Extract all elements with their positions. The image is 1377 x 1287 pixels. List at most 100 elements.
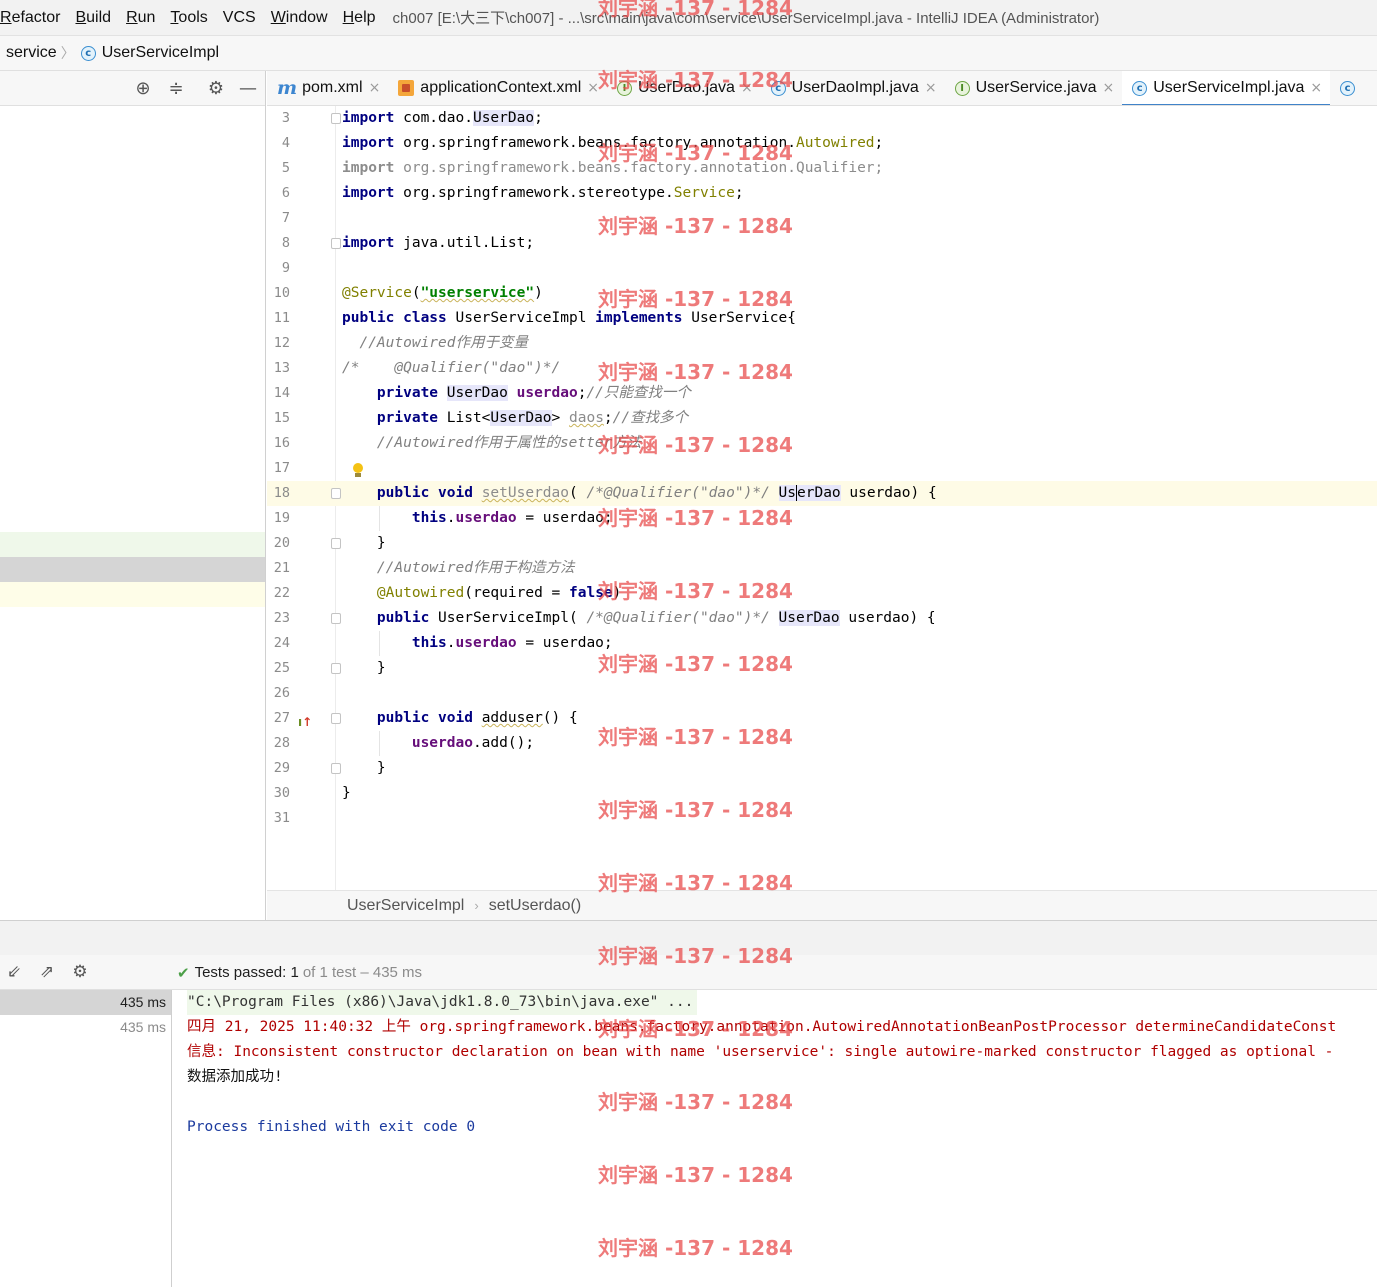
tab-application-context-xml[interactable]: applicationContext.xml ×: [388, 71, 607, 105]
project-tree-row[interactable]: [0, 582, 265, 607]
gear-icon[interactable]: ⚙: [70, 962, 90, 982]
menu-run[interactable]: Run: [126, 9, 163, 27]
close-icon[interactable]: ×: [369, 80, 381, 96]
line-number: 27: [273, 710, 290, 726]
code-text: this.userdao = userdao;: [411, 510, 613, 526]
code-editor[interactable]: 3 import com.dao.UserDao; 4 import org.spr…: [267, 106, 1377, 890]
code-text: @Autowired(required = false): [376, 585, 622, 601]
tab-pom-xml[interactable]: m pom.xml ×: [267, 71, 388, 105]
menu-tools[interactable]: Tools: [170, 9, 215, 27]
tab-userservice-java[interactable]: I UserService.java ×: [945, 71, 1123, 105]
code-line[interactable]: 31: [267, 806, 1377, 831]
code-line[interactable]: 21 //Autowired作用于构造方法: [267, 556, 1377, 581]
line-number: 10: [273, 285, 290, 301]
tests-status: ✔ Tests passed: 1 of 1 test – 435 ms: [177, 955, 422, 990]
export-tests-icon[interactable]: ⇗: [37, 962, 57, 982]
test-tree-row[interactable]: 435 ms: [0, 1015, 171, 1040]
menu-refactor[interactable]: Refactor: [0, 9, 68, 27]
code-line[interactable]: 24 this.userdao = userdao;: [267, 631, 1377, 656]
close-icon[interactable]: ×: [741, 80, 753, 96]
code-line[interactable]: 15 private List<UserDao> daos;//查找多个: [267, 406, 1377, 431]
menu-vcs[interactable]: VCS: [223, 9, 264, 27]
menu-window[interactable]: Window: [271, 9, 336, 27]
editor-crumb-class[interactable]: UserServiceImpl: [347, 897, 464, 915]
tab-overflow[interactable]: c: [1330, 71, 1369, 105]
code-text: //Autowired作用于属性的setter方法: [342, 431, 641, 456]
code-comment: //查找多个: [612, 410, 689, 426]
editor-tabs: m pom.xml × applicationContext.xml × I U…: [267, 71, 1377, 106]
code-line[interactable]: 30}: [267, 781, 1377, 806]
gear-icon[interactable]: ⚙: [206, 79, 226, 99]
code-line[interactable]: 23 public UserServiceImpl( /*@Qualifier(…: [267, 606, 1377, 631]
code-text: }: [342, 760, 386, 776]
fold-icon[interactable]: [331, 113, 341, 124]
line-number: 17: [273, 460, 290, 476]
tab-userdaoimpl-java[interactable]: c UserDaoImpl.java ×: [761, 71, 945, 105]
hide-panel-icon[interactable]: —: [238, 79, 258, 99]
collapse-all-icon[interactable]: ≑: [166, 79, 186, 99]
line-number: 8: [281, 235, 290, 251]
code-line[interactable]: 3 import com.dao.UserDao;: [267, 106, 1377, 131]
test-tree-row[interactable]: 435 ms: [0, 990, 171, 1015]
code-line[interactable]: 12 //Autowired作用于变量: [267, 331, 1377, 356]
close-icon[interactable]: ×: [1103, 80, 1115, 96]
code-line[interactable]: 11 public class UserServiceImpl implement…: [267, 306, 1377, 331]
tab-label: applicationContext.xml: [420, 79, 582, 96]
code-text: //Autowired作用于构造方法: [342, 556, 575, 581]
line-number: 18: [273, 485, 290, 501]
breadcrumb-package[interactable]: service: [6, 44, 57, 62]
code-line[interactable]: 26: [267, 681, 1377, 706]
code-text: this.userdao = userdao;: [411, 635, 613, 651]
menu-bar: Refactor Build Run Tools VCS Window Help…: [0, 0, 1377, 36]
code-line[interactable]: 7: [267, 206, 1377, 231]
check-icon: ✔: [177, 963, 190, 982]
fold-icon[interactable]: [331, 713, 341, 724]
fold-icon[interactable]: [331, 538, 341, 549]
code-line[interactable]: 8 import java.util.List;: [267, 231, 1377, 256]
code-line[interactable]: 13 /* @Qualifier("dao")*/: [267, 356, 1377, 381]
console-output[interactable]: "C:\Program Files (x86)\Java\jdk1.8.0_73…: [172, 990, 1377, 1287]
code-line[interactable]: 22 @Autowired(required = false): [267, 581, 1377, 606]
tab-userdao-java[interactable]: I UserDao.java ×: [607, 71, 761, 105]
project-tree-row[interactable]: [0, 532, 265, 557]
code-line[interactable]: 5 import org.springframework.beans.factor…: [267, 156, 1377, 181]
project-tree-row-selected[interactable]: [0, 557, 265, 582]
fold-icon[interactable]: [331, 488, 341, 499]
console-line-command[interactable]: "C:\Program Files (x86)\Java\jdk1.8.0_73…: [187, 990, 698, 1015]
code-line[interactable]: 27 ı↑ public void adduser() {: [267, 706, 1377, 731]
import-tests-icon[interactable]: ⇙: [4, 962, 24, 982]
close-icon[interactable]: ×: [925, 80, 937, 96]
code-line[interactable]: 10 @Service("userservice"): [267, 281, 1377, 306]
code-comment: //Autowired作用于构造方法: [376, 560, 575, 576]
window-title: ch007 [E:\大三下\ch007] - ...\src\main\java…: [392, 10, 1100, 27]
code-line[interactable]: 14 private UserDao userdao;//只能查找一个: [267, 381, 1377, 406]
fold-icon[interactable]: [331, 613, 341, 624]
code-line[interactable]: 9: [267, 256, 1377, 281]
fold-icon[interactable]: [331, 763, 341, 774]
code-line[interactable]: 25 }: [267, 656, 1377, 681]
breadcrumb-class[interactable]: UserServiceImpl: [102, 44, 219, 62]
menu-build[interactable]: Build: [75, 9, 119, 27]
lightbulb-icon[interactable]: [351, 463, 365, 479]
close-icon[interactable]: ×: [587, 80, 599, 96]
code-line[interactable]: 20 }: [267, 531, 1377, 556]
tab-userserviceimpl-java[interactable]: c UserServiceImpl.java ×: [1122, 71, 1331, 105]
fold-icon[interactable]: [331, 663, 341, 674]
line-number: 16: [273, 435, 290, 451]
code-line[interactable]: 29 }: [267, 756, 1377, 781]
code-line[interactable]: 16 //Autowired作用于属性的setter方法: [267, 431, 1377, 456]
class-icon: c: [1132, 80, 1148, 96]
locate-icon[interactable]: ⊕: [133, 79, 153, 99]
code-line[interactable]: 28 userdao.add();: [267, 731, 1377, 756]
editor-crumb-method[interactable]: setUserdao(): [489, 897, 581, 915]
code-line[interactable]: 4 import org.springframework.beans.factor…: [267, 131, 1377, 156]
code-comment: /*@Qualifier("dao")*/: [586, 610, 770, 626]
close-icon[interactable]: ×: [1310, 80, 1322, 96]
code-line[interactable]: 17: [267, 456, 1377, 481]
code-line[interactable]: 6 import org.springframework.stereotype.S…: [267, 181, 1377, 206]
menu-help[interactable]: Help: [343, 9, 384, 27]
breadcrumb-separator-icon: 〉: [60, 45, 75, 61]
code-line-current[interactable]: 18 public void setUserdao( /*@Qualifier(…: [267, 481, 1377, 506]
code-line[interactable]: 19 this.userdao = userdao;: [267, 506, 1377, 531]
fold-icon[interactable]: [331, 238, 341, 249]
